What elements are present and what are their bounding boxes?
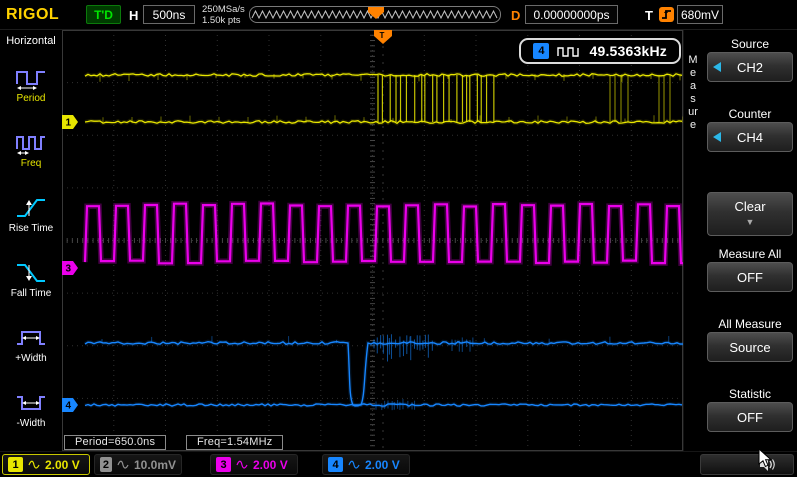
- counter-button[interactable]: CH4: [707, 122, 793, 152]
- minus-width-icon: [14, 390, 48, 416]
- freq-icon: [14, 130, 48, 156]
- sample-rate: 250MSa/s: [202, 4, 245, 15]
- horizontal-position-bar[interactable]: [249, 6, 501, 23]
- sidebar-label: Period: [17, 93, 46, 104]
- sidebar-item-neg-width[interactable]: -Width: [0, 377, 62, 442]
- delay-label: D: [511, 8, 520, 23]
- trigger-label: T: [645, 8, 653, 23]
- menu-item-measure-all: Measure All OFF: [702, 240, 797, 310]
- channel-1-chip: 1: [8, 457, 23, 472]
- menu-item-statistic: Statistic OFF: [702, 380, 797, 450]
- sidebar-item-period[interactable]: Period: [0, 52, 62, 117]
- delay-readout: 0.00000000ps: [525, 5, 618, 24]
- coupling-icon: [348, 456, 360, 474]
- statistic-button[interactable]: OFF: [707, 402, 793, 432]
- all-measure-source-value: Source: [729, 340, 770, 355]
- channel-1-status[interactable]: 1 2.00 V: [2, 454, 90, 475]
- menu-label: Source: [731, 36, 769, 52]
- channel-1-scale: 2.00 V: [45, 458, 80, 472]
- measurement-period: Period=650.0ns: [64, 435, 166, 450]
- left-arrow-icon: [713, 132, 721, 142]
- counter-value-label: CH4: [737, 130, 763, 145]
- channel-2-chip: 2: [100, 457, 112, 472]
- acquisition-info: 250MSa/s 1.50k pts: [202, 4, 245, 26]
- memory-depth: 1.50k pts: [202, 15, 241, 26]
- plus-width-icon: [14, 325, 48, 351]
- channel-3-status[interactable]: 3 2.00 V: [210, 454, 298, 475]
- channel-3-chip: 3: [216, 457, 231, 472]
- waveform-svg: 1 3 4 T: [62, 30, 683, 451]
- speaker-icon: [759, 457, 777, 472]
- source-button[interactable]: CH2: [707, 52, 793, 82]
- chevron-down-icon: ▼: [746, 215, 755, 230]
- measure-menu-panel: Measure Source CH2 Counter CH4 Clea: [683, 30, 797, 451]
- trigger-level-readout: 680mV: [677, 5, 723, 24]
- coupling-icon: [117, 456, 129, 474]
- channel-4-chip: 4: [328, 457, 343, 472]
- sidebar-item-freq[interactable]: Freq: [0, 117, 62, 182]
- svg-text:1: 1: [66, 118, 72, 129]
- all-measure-source-button[interactable]: Source: [707, 332, 793, 362]
- rise-time-icon: [14, 195, 48, 221]
- sidebar-title: Horizontal: [6, 30, 56, 52]
- svg-text:T: T: [380, 31, 385, 40]
- measurement-freq: Freq=1.54MHz: [186, 435, 283, 450]
- menu-label: Statistic: [729, 386, 771, 402]
- sidebar-label: Rise Time: [9, 223, 53, 234]
- sidebar-item-pos-width[interactable]: +Width: [0, 312, 62, 377]
- menu-title-tab: Measure: [688, 54, 698, 132]
- menu-label: Counter: [729, 106, 772, 122]
- menu-items: Source CH2 Counter CH4 Clear ▼: [702, 30, 797, 450]
- period-icon: [14, 65, 48, 91]
- sidebar-label: Freq: [21, 158, 42, 169]
- svg-text:4: 4: [66, 401, 72, 412]
- measure-all-button[interactable]: OFF: [707, 262, 793, 292]
- channel-4-scale: 2.00 V: [365, 458, 400, 472]
- svg-text:3: 3: [66, 264, 72, 275]
- trigger-status-badge: T'D: [86, 5, 121, 24]
- coupling-icon: [28, 456, 40, 474]
- source-value: CH2: [737, 60, 763, 75]
- counter-badge: 4 49.5363kHz: [519, 38, 681, 64]
- channel-2-status[interactable]: 2 10.0mV: [94, 454, 182, 475]
- menu-item-clear: Clear ▼: [702, 170, 797, 240]
- left-arrow-icon: [713, 62, 721, 72]
- menu-item-counter: Counter CH4: [702, 100, 797, 170]
- horizontal-label: H: [129, 8, 138, 23]
- channel-status-bar: 1 2.00 V 2 10.0mV 3 2.00 V 4 2.00: [0, 451, 797, 477]
- coupling-icon: [236, 456, 248, 474]
- menu-item-all-measure-source: All Measure Source: [702, 310, 797, 380]
- sidebar-label: +Width: [15, 353, 46, 364]
- sidebar-label: Fall Time: [11, 288, 52, 299]
- trigger-edge-icon: [659, 7, 674, 22]
- oscilloscope-screen: RIGOL T'D H 500ns 250MSa/s 1.50k pts D 0…: [0, 0, 797, 477]
- waveform-display: 1 3 4 T 4 49.5363kHz Period=650.0ns Freq=1.…: [62, 30, 683, 451]
- statistic-value: OFF: [737, 410, 763, 425]
- menu-label: All Measure: [718, 316, 781, 332]
- clear-value: Clear: [734, 199, 765, 214]
- channel-3-scale: 2.00 V: [253, 458, 288, 472]
- fall-time-icon: [14, 260, 48, 286]
- pulse-train-icon: [557, 46, 581, 57]
- menu-item-source: Source CH2: [702, 30, 797, 100]
- counter-channel-chip: 4: [533, 43, 549, 59]
- clear-button[interactable]: Clear ▼: [707, 192, 793, 236]
- rigol-logo: RIGOL: [6, 6, 59, 24]
- counter-value: 49.5363kHz: [589, 43, 667, 59]
- timebase-readout: 500ns: [143, 5, 195, 24]
- channel-4-status[interactable]: 4 2.00 V: [322, 454, 410, 475]
- measure-shortcut-sidebar: Horizontal Period Freq Rise Tim: [0, 30, 62, 451]
- channel-2-scale: 10.0mV: [134, 458, 176, 472]
- menu-label: Measure All: [719, 246, 782, 262]
- hscroll-svg: [250, 7, 500, 22]
- sound-button[interactable]: [700, 454, 794, 475]
- sidebar-item-rise-time[interactable]: Rise Time: [0, 182, 62, 247]
- sidebar-label: -Width: [17, 418, 46, 429]
- measure-all-value: OFF: [737, 270, 763, 285]
- sidebar-item-fall-time[interactable]: Fall Time: [0, 247, 62, 312]
- top-status-bar: RIGOL T'D H 500ns 250MSa/s 1.50k pts D 0…: [0, 0, 797, 30]
